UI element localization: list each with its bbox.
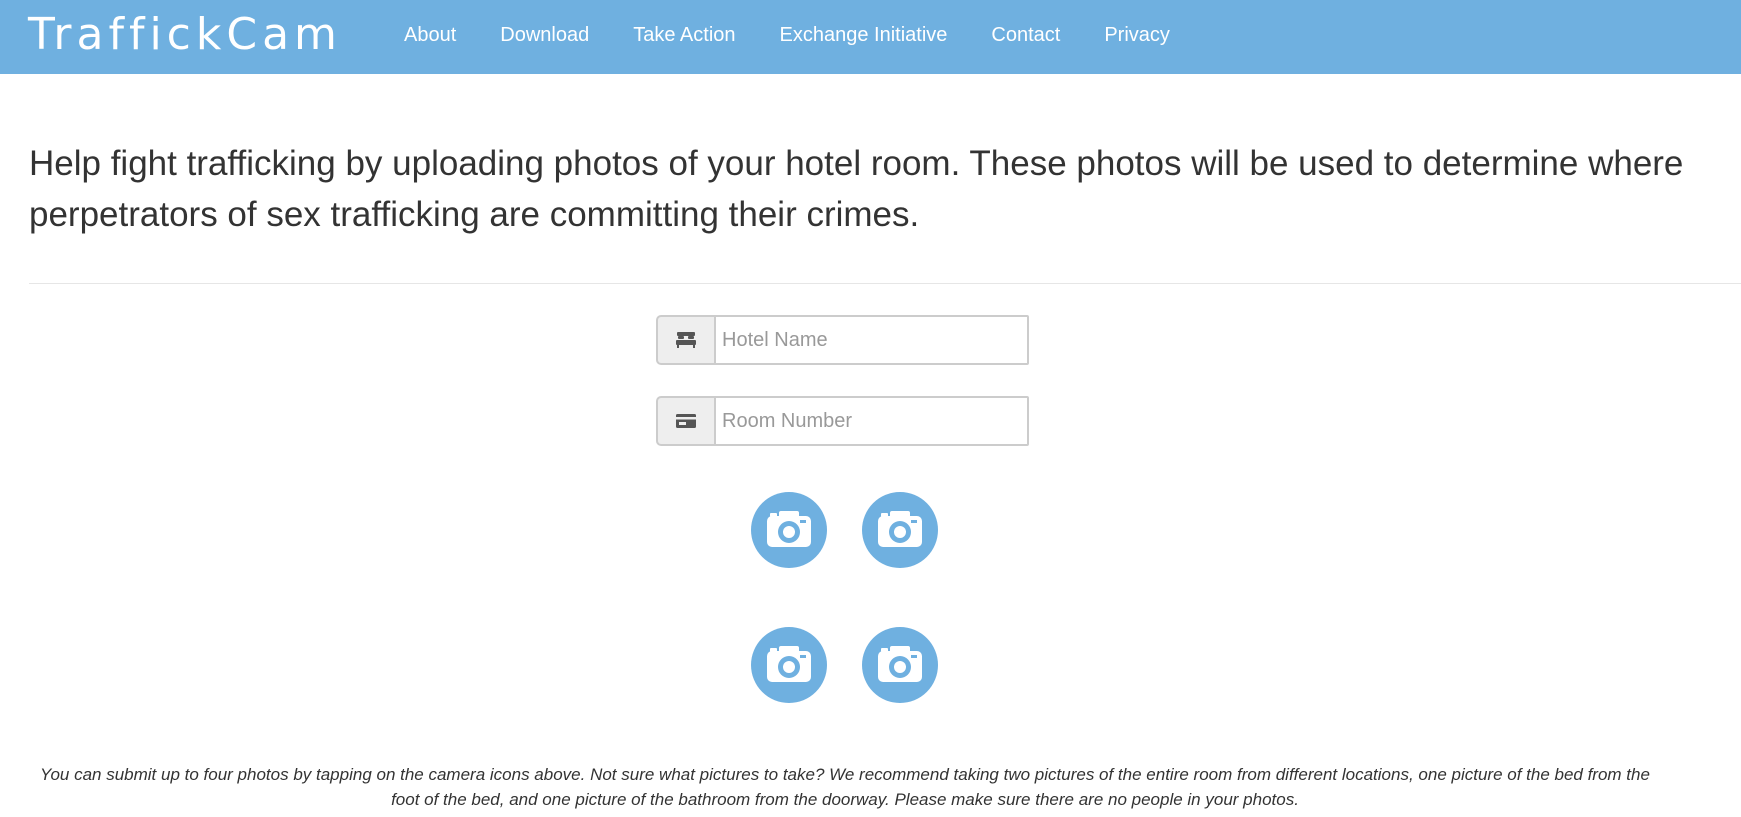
main-nav: About Download Take Action Exchange Init… — [382, 0, 1192, 70]
camera-icon — [878, 646, 922, 682]
intro-text: Help fight trafficking by uploading phot… — [29, 138, 1741, 240]
nav-link-download[interactable]: Download — [478, 0, 611, 70]
camera-icon — [767, 511, 811, 547]
section-divider — [29, 283, 1741, 284]
nav-link-privacy[interactable]: Privacy — [1082, 0, 1192, 70]
camera-upload-3[interactable] — [751, 627, 827, 703]
hotel-name-group — [656, 315, 1029, 365]
photo-instructions: You can submit up to four photos by tapp… — [40, 765, 1650, 809]
camera-icon — [878, 511, 922, 547]
camera-icon — [767, 646, 811, 682]
hotel-name-input[interactable] — [714, 315, 1029, 365]
nav-link-exchange-initiative[interactable]: Exchange Initiative — [758, 0, 970, 70]
nav-link-about[interactable]: About — [382, 0, 478, 70]
bed-icon — [656, 315, 714, 365]
intro-paragraph: Help fight trafficking by uploading phot… — [29, 144, 1684, 234]
logo-text: TraffickCam — [28, 9, 342, 60]
traffickcam-logo[interactable]: TraffickCam — [28, 12, 342, 58]
nav-link-contact[interactable]: Contact — [969, 0, 1082, 70]
camera-upload-1[interactable] — [751, 492, 827, 568]
room-card-icon — [656, 396, 714, 446]
room-number-input[interactable] — [714, 396, 1029, 446]
navbar: TraffickCam About Download Take Action E… — [0, 0, 1741, 74]
nav-link-take-action[interactable]: Take Action — [611, 0, 757, 70]
room-number-group — [656, 396, 1029, 446]
camera-upload-4[interactable] — [862, 627, 938, 703]
camera-upload-2[interactable] — [862, 492, 938, 568]
